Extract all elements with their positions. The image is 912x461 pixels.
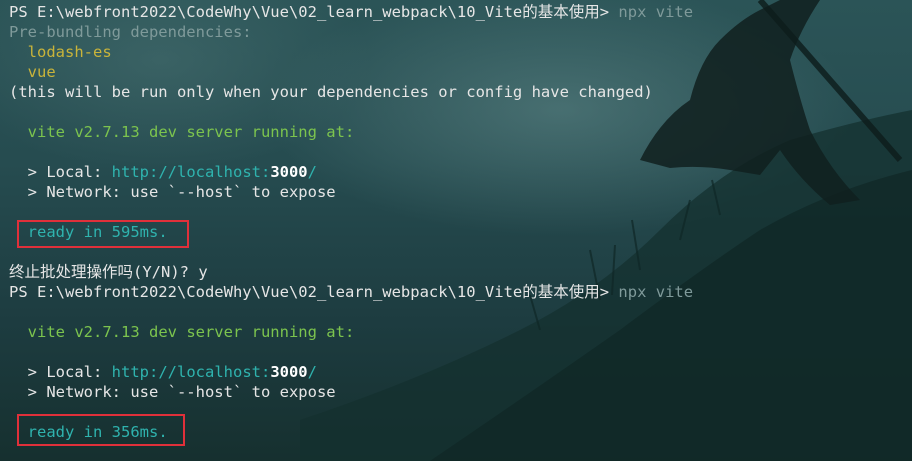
server-status-line: vite v2.7.13 dev server running at: — [27, 123, 355, 141]
dependency-item: lodash-es — [27, 43, 112, 61]
local-url-line: > Local: http://localhost:3000/ — [27, 363, 317, 381]
dependency-item: vue — [27, 63, 56, 81]
highlight-box-first-ready — [17, 220, 189, 248]
vite-version: vite v2.7.13 — [27, 323, 140, 341]
vite-version: vite v2.7.13 — [27, 123, 140, 141]
prompt-path: PS E:\webfront2022\CodeWhy\Vue\02_learn_… — [9, 283, 619, 301]
local-url-link[interactable]: http://localhost:3000/ — [112, 163, 317, 181]
command-text: npx vite — [618, 283, 694, 301]
highlight-box-second-ready — [17, 414, 185, 446]
prompt-line: PS E:\webfront2022\CodeWhy\Vue\02_learn_… — [9, 2, 912, 22]
network-line: > Network: use `--host` to expose — [27, 183, 336, 201]
prompt-line: PS E:\webfront2022\CodeWhy\Vue\02_learn_… — [9, 282, 912, 302]
server-status-line: vite v2.7.13 dev server running at: — [27, 323, 355, 341]
info-line: (this will be run only when your depende… — [9, 83, 653, 101]
prompt-path: PS E:\webfront2022\CodeWhy\Vue\02_learn_… — [9, 3, 619, 21]
local-url-line: > Local: http://localhost:3000/ — [27, 163, 317, 181]
command-text: npx vite — [618, 3, 694, 21]
network-line: > Network: use `--host` to expose — [27, 383, 336, 401]
terminate-prompt: 终止批处理操作吗(Y/N)? y — [9, 263, 208, 281]
local-url-link[interactable]: http://localhost:3000/ — [112, 363, 317, 381]
prebundling-header: Pre-bundling dependencies: — [9, 23, 252, 41]
